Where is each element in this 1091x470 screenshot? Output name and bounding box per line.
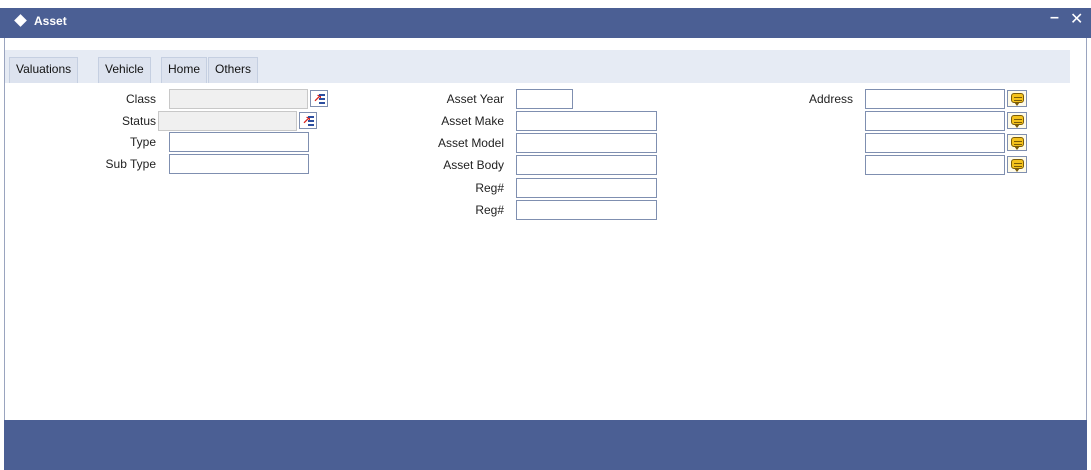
address-line-3-button[interactable] [1007, 134, 1027, 151]
footer-bar [4, 420, 1087, 470]
address-label: Address [808, 92, 853, 106]
class-field[interactable] [169, 89, 308, 109]
comment-bubble-icon [1011, 137, 1024, 150]
asset-model-field[interactable] [516, 133, 657, 153]
reg-number-label-2: Reg# [475, 203, 504, 217]
diamond-icon [14, 14, 27, 27]
comment-bubble-icon [1011, 93, 1024, 106]
asset-model-label: Asset Model [437, 136, 504, 150]
tab-valuations[interactable]: Valuations [9, 57, 79, 83]
address-line-2-field[interactable] [865, 111, 1005, 131]
address-line-4-field[interactable] [865, 155, 1005, 175]
status-field[interactable] [158, 111, 297, 131]
comment-bubble-icon [1011, 159, 1024, 172]
address-line-3-field[interactable] [865, 133, 1005, 153]
address-line-2-button[interactable] [1007, 112, 1027, 129]
class-lov-button[interactable]: ↗ [310, 90, 328, 107]
asset-body-field[interactable] [516, 155, 657, 175]
tab-home[interactable]: Home [161, 57, 208, 83]
title-bar: Asset – ✕ [0, 0, 1091, 38]
tab-others[interactable]: Others [208, 57, 259, 83]
reg-number-label: Reg# [475, 181, 504, 195]
asset-window: Asset – ✕ Valuations Vehicle Home Others… [0, 0, 1091, 470]
tab-bar: Valuations Vehicle Home Others [5, 50, 1070, 83]
asset-year-field[interactable] [516, 89, 573, 109]
status-label: Status [121, 114, 156, 128]
close-icon[interactable]: ✕ [1070, 9, 1083, 29]
subtype-field[interactable] [169, 154, 309, 174]
asset-make-label: Asset Make [441, 114, 504, 128]
window-title: Asset [34, 14, 67, 28]
asset-year-label: Asset Year [446, 92, 504, 106]
reg-number-field-2[interactable] [516, 200, 657, 220]
address-line-4-button[interactable] [1007, 156, 1027, 173]
type-label: Type [129, 135, 156, 149]
address-line-1-button[interactable] [1007, 90, 1027, 107]
status-lov-button[interactable]: ↗ [299, 112, 317, 129]
type-field[interactable] [169, 132, 309, 152]
minimize-icon[interactable]: – [1050, 9, 1059, 27]
reg-number-field[interactable] [516, 178, 657, 198]
tab-vehicle[interactable]: Vehicle [98, 57, 151, 83]
asset-body-label: Asset Body [443, 158, 504, 172]
address-line-1-field[interactable] [865, 89, 1005, 109]
comment-bubble-icon [1011, 115, 1024, 128]
title-strip: Asset – ✕ [0, 8, 1091, 38]
class-label: Class [125, 92, 156, 106]
subtype-label: Sub Type [105, 157, 156, 171]
asset-make-field[interactable] [516, 111, 657, 131]
